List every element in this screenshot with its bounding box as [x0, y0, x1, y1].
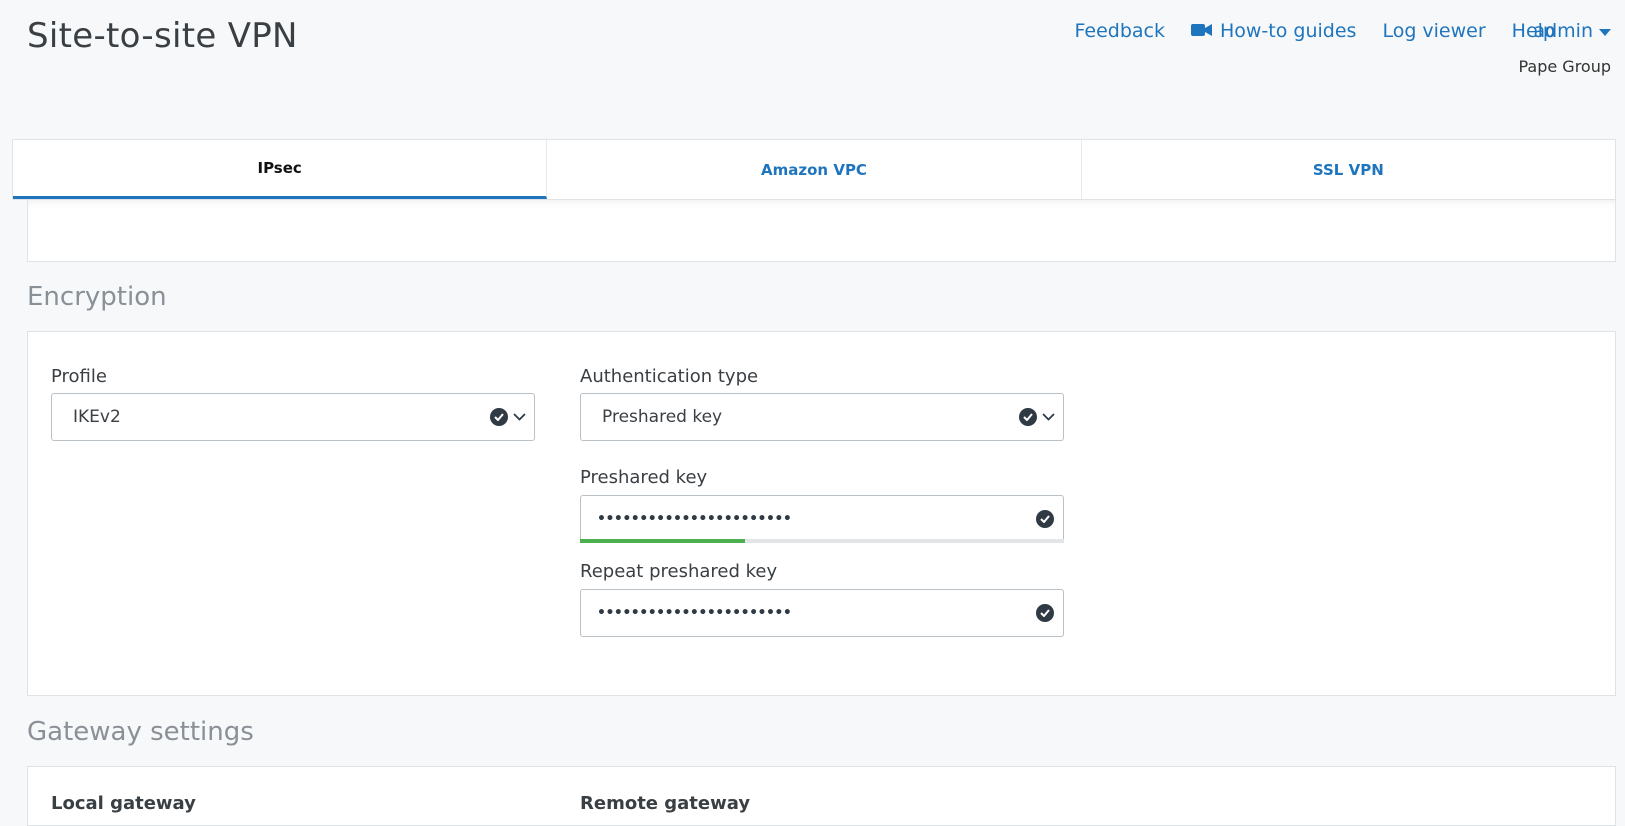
remote-gateway-label: Remote gateway — [580, 793, 751, 814]
auth-type-label: Authentication type — [580, 366, 759, 387]
repeat-preshared-key-label: Repeat preshared key — [580, 561, 778, 582]
how-to-guides-link[interactable]: How-to guides — [1190, 20, 1357, 42]
caret-down-icon — [1599, 20, 1611, 42]
auth-type-select[interactable]: Preshared key — [580, 393, 1064, 441]
profile-select[interactable]: IKEv2 — [51, 393, 535, 441]
top-nav: Feedback How-to guides Log viewer Help — [1075, 20, 1556, 42]
tab-amazon-vpc[interactable]: Amazon VPC — [547, 140, 1082, 199]
check-circle-icon — [1019, 408, 1037, 426]
feedback-link-label: Feedback — [1074, 20, 1165, 42]
tab-bar: IPsec Amazon VPC SSL VPN — [12, 139, 1616, 200]
tab-ssl-vpn[interactable]: SSL VPN — [1082, 140, 1615, 199]
repeat-preshared-key-input[interactable]: ••••••••••••••••••••••• — [580, 589, 1064, 637]
log-viewer-link[interactable]: Log viewer — [1382, 20, 1485, 42]
log-viewer-link-label: Log viewer — [1382, 20, 1486, 42]
preshared-key-value: ••••••••••••••••••••••• — [597, 511, 792, 527]
user-menu[interactable]: admin — [1533, 20, 1611, 42]
chevron-down-icon — [510, 408, 528, 426]
gateway-settings-panel: Local gateway Remote gateway — [27, 766, 1616, 826]
check-circle-icon — [490, 408, 508, 426]
profile-value: IKEv2 — [73, 407, 121, 427]
password-strength-meter — [580, 539, 1064, 543]
feedback-link[interactable]: Feedback — [1075, 20, 1165, 42]
auth-type-value: Preshared key — [602, 407, 723, 427]
preshared-key-input[interactable]: ••••••••••••••••••••••• — [580, 495, 1064, 543]
repeat-preshared-key-value: ••••••••••••••••••••••• — [597, 605, 792, 621]
general-settings-panel — [27, 200, 1616, 262]
preshared-key-label: Preshared key — [580, 467, 708, 488]
tab-ipsec[interactable]: IPsec — [13, 140, 548, 199]
how-to-guides-link-label: How-to guides — [1219, 20, 1357, 42]
profile-label: Profile — [51, 366, 107, 387]
user-name: admin — [1533, 20, 1593, 42]
chevron-down-icon — [1039, 408, 1057, 426]
encryption-panel: Profile IKEv2 Authentication type Presha… — [27, 331, 1616, 696]
check-circle-icon — [1036, 510, 1054, 528]
encryption-heading: Encryption — [27, 282, 167, 312]
page-title: Site-to-site VPN — [27, 16, 298, 56]
video-camera-icon — [1190, 20, 1212, 42]
org-name: Pape Group — [1518, 57, 1611, 76]
check-circle-icon — [1036, 604, 1054, 622]
password-strength-fill — [580, 539, 745, 543]
gateway-settings-heading: Gateway settings — [27, 717, 254, 747]
local-gateway-label: Local gateway — [51, 793, 196, 814]
